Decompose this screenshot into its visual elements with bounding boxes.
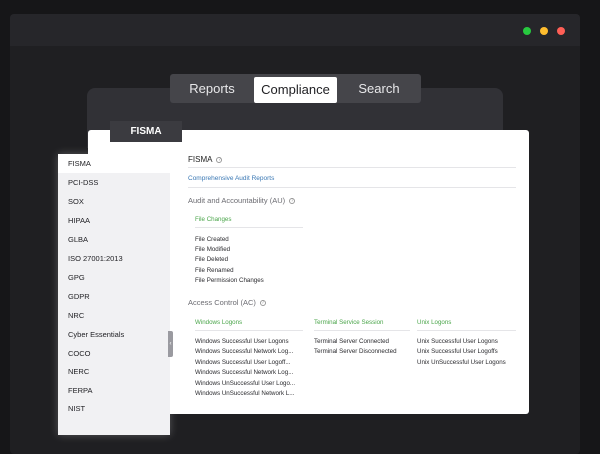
page-title: FISMA?: [188, 155, 223, 164]
report-link[interactable]: Windows Successful User Logons: [195, 338, 289, 345]
report-link[interactable]: Unix UnSuccessful User Logons: [417, 359, 506, 366]
report-link[interactable]: Unix Successful User Logons: [417, 338, 498, 345]
divider: [417, 330, 516, 331]
group-title: File Changes: [195, 216, 232, 223]
report-link[interactable]: File Renamed: [195, 267, 234, 274]
section-title-text: Access Control (AC): [188, 298, 256, 307]
report-link[interactable]: Windows UnSuccessful Network L...: [195, 390, 294, 397]
report-link[interactable]: File Deleted: [195, 256, 228, 263]
help-icon[interactable]: ?: [259, 300, 266, 307]
report-link[interactable]: File Permission Changes: [195, 277, 264, 284]
report-link[interactable]: Terminal Server Disconnected: [314, 348, 397, 355]
section-title: Access Control (AC)?: [188, 298, 266, 307]
report-link[interactable]: Unix Successful User Logoffs: [417, 348, 498, 355]
divider: [195, 227, 303, 228]
report-link[interactable]: File Created: [195, 236, 229, 243]
group-title: Unix Logons: [417, 319, 452, 326]
divider: [188, 187, 516, 188]
report-link[interactable]: Windows Successful Network Log...: [195, 369, 293, 376]
section-title-text: Audit and Accountability (AU): [188, 196, 286, 205]
report-link[interactable]: Windows UnSuccessful User Logo...: [195, 380, 295, 387]
help-icon[interactable]: ?: [216, 156, 223, 163]
report-link[interactable]: File Modified: [195, 246, 230, 253]
divider: [314, 330, 410, 331]
divider: [195, 330, 303, 331]
report-link[interactable]: Windows Successful User Logoff...: [195, 359, 291, 366]
divider: [188, 167, 516, 168]
group-title: Terminal Service Session: [314, 319, 384, 326]
report-content: FISMA? Comprehensive Audit Reports Audit…: [0, 0, 600, 454]
section-title: Audit and Accountability (AU)?: [188, 196, 296, 205]
report-link[interactable]: Terminal Server Connected: [314, 338, 389, 345]
comprehensive-audit-reports-link[interactable]: Comprehensive Audit Reports: [188, 175, 274, 182]
group-title: Windows Logons: [195, 319, 243, 326]
page-title-text: FISMA: [188, 155, 213, 164]
report-link[interactable]: Windows Successful Network Log...: [195, 348, 293, 355]
help-icon[interactable]: ?: [289, 198, 296, 205]
